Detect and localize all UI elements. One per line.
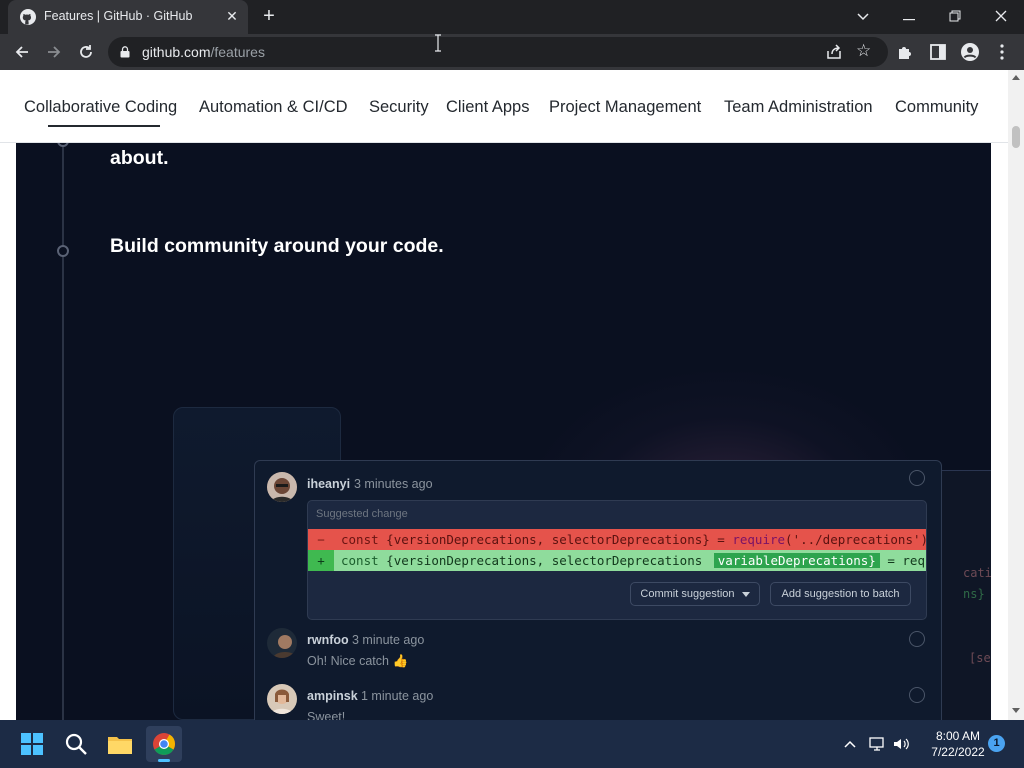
- subnav-item-client-apps[interactable]: Client Apps: [446, 98, 529, 117]
- add-reaction-icon[interactable]: [909, 470, 925, 486]
- chrome-taskbar-button[interactable]: [146, 726, 182, 762]
- bookmark-star-icon[interactable]: ☆: [856, 41, 871, 61]
- comment-author[interactable]: ampinsk: [307, 689, 358, 703]
- tab-search-dropdown-icon[interactable]: [848, 4, 878, 28]
- comment-time: 1 minute ago: [361, 689, 434, 703]
- search-icon[interactable]: [58, 726, 94, 762]
- timeline-node: [57, 143, 69, 147]
- notification-badge[interactable]: 1: [988, 735, 1005, 752]
- comment-time: 3 minute ago: [352, 633, 425, 647]
- github-logo-icon: [20, 9, 36, 25]
- taskbar-clock-time[interactable]: 8:00 AM: [920, 729, 996, 743]
- suggested-change-label: Suggested change: [316, 508, 408, 520]
- taskbar-clock-date[interactable]: 7/22/2022: [920, 745, 996, 759]
- chrome-icon: [153, 733, 175, 755]
- subnav-item-automation[interactable]: Automation & CI/CD: [199, 98, 348, 117]
- timeline-line: [62, 143, 64, 720]
- subnav-item-collaborative-coding[interactable]: Collaborative Coding: [24, 98, 177, 117]
- tab-close-icon[interactable]: ✕: [224, 8, 240, 24]
- caret-down-icon: [741, 592, 750, 597]
- page-scrollbar[interactable]: [1008, 70, 1024, 720]
- minimize-button[interactable]: [894, 4, 924, 28]
- timeline-node: [57, 245, 69, 257]
- extensions-puzzle-icon[interactable]: [896, 42, 916, 62]
- comment-time: 3 minutes ago: [354, 477, 433, 491]
- profile-icon[interactable]: [960, 42, 980, 62]
- comment-message: Sweet!: [307, 710, 346, 720]
- comment-message: Oh! Nice catch 👍: [307, 654, 409, 668]
- avatar[interactable]: [267, 472, 297, 502]
- menu-kebab-icon[interactable]: [992, 42, 1012, 62]
- restore-button[interactable]: [940, 4, 970, 28]
- text-cursor-icon: [435, 34, 441, 52]
- browser-toolbar: github.com/features ☆: [0, 34, 1024, 70]
- network-icon[interactable]: [868, 735, 886, 753]
- windows-start-icon[interactable]: [14, 726, 50, 762]
- file-explorer-icon[interactable]: [102, 726, 138, 762]
- scroll-up-arrow-icon[interactable]: [1012, 75, 1020, 80]
- background-code-line: catio: [963, 566, 991, 580]
- avatar[interactable]: [267, 684, 297, 714]
- subnav-item-project-management[interactable]: Project Management: [549, 98, 701, 117]
- volume-icon[interactable]: [892, 735, 910, 753]
- add-reaction-icon[interactable]: [909, 631, 925, 647]
- comment-author[interactable]: iheanyi: [307, 477, 350, 491]
- background-code-line: ns} =: [963, 587, 991, 601]
- feature-showcase-section: about. Build community around your code.…: [16, 143, 991, 720]
- scroll-down-arrow-icon[interactable]: [1012, 708, 1020, 713]
- lock-icon[interactable]: [120, 46, 130, 58]
- new-tab-button[interactable]: +: [258, 6, 280, 28]
- subnav-item-community[interactable]: Community: [895, 98, 978, 117]
- diff-added-line: + const {versionDeprecations, selectorDe…: [308, 550, 926, 571]
- suggested-change-box: Suggested change − const {versionDepreca…: [307, 500, 927, 620]
- reload-button[interactable]: [72, 38, 100, 66]
- background-code-line: [sele: [969, 651, 991, 665]
- web-page: Collaborative Coding Automation & CI/CD …: [0, 70, 1008, 720]
- commit-suggestion-button[interactable]: Commit suggestion: [630, 582, 760, 606]
- close-window-button[interactable]: [986, 4, 1016, 28]
- diff-removed-line: − const {versionDeprecations, selectorDe…: [308, 529, 926, 550]
- section-headline-partial: about.: [110, 147, 169, 169]
- section-headline: Build community around your code.: [110, 235, 444, 257]
- share-icon[interactable]: [824, 42, 844, 62]
- side-panel-icon[interactable]: [928, 42, 948, 62]
- subnav-item-team-administration[interactable]: Team Administration: [724, 98, 873, 117]
- comment-author[interactable]: rwnfoo: [307, 633, 349, 647]
- subnav-item-security[interactable]: Security: [369, 98, 429, 117]
- browser-tab-active[interactable]: Features | GitHub · GitHub ✕: [8, 0, 248, 34]
- browser-tab-strip: Features | GitHub · GitHub ✕ +: [0, 0, 1024, 34]
- add-reaction-icon[interactable]: [909, 687, 925, 703]
- back-button[interactable]: [8, 38, 36, 66]
- review-comment-card: iheanyi 3 minutes ago Suggested change −…: [254, 460, 942, 720]
- subnav-active-underline: [48, 125, 160, 127]
- url-text[interactable]: github.com/features: [142, 44, 265, 60]
- address-bar[interactable]: github.com/features ☆: [108, 37, 888, 67]
- forward-button[interactable]: [40, 38, 68, 66]
- add-suggestion-to-batch-button[interactable]: Add suggestion to batch: [770, 582, 911, 606]
- system-tray-chevron-icon[interactable]: [842, 736, 858, 752]
- scroll-thumb[interactable]: [1012, 126, 1020, 148]
- features-subnav: Collaborative Coding Automation & CI/CD …: [0, 70, 1008, 143]
- windows-taskbar: 8:00 AM 7/22/2022 1: [0, 720, 1024, 768]
- avatar[interactable]: [267, 628, 297, 658]
- tab-title: Features | GitHub · GitHub: [44, 9, 193, 23]
